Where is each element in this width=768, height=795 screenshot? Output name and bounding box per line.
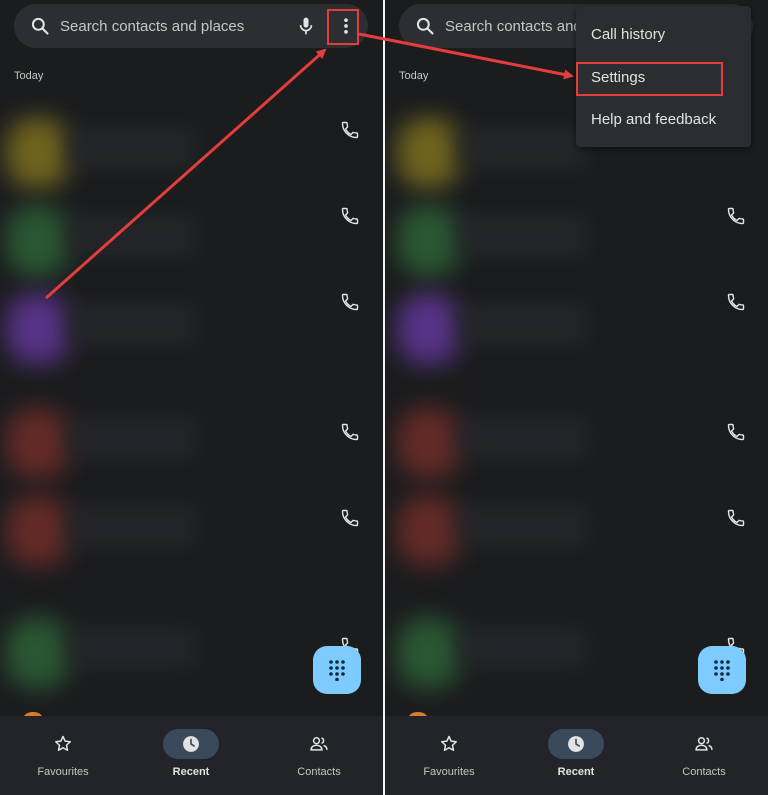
nav-recent[interactable]: Recent [521,716,631,795]
dialpad-button[interactable] [313,646,361,694]
highlight-box-more-options [327,9,359,45]
nav-label: Recent [172,766,210,778]
list-item[interactable] [397,486,597,574]
microphone-icon[interactable] [296,16,316,36]
dialpad-icon [329,660,345,681]
phone-call-icon[interactable] [726,422,746,442]
section-label-today: Today [399,70,429,82]
nav-favourites[interactable]: Favourites [8,716,118,795]
nav-label: Contacts [682,766,726,778]
nav-contacts[interactable]: Contacts [649,716,759,795]
search-placeholder: Search contacts and places [60,18,245,35]
list-item[interactable] [397,398,597,486]
dialpad-button[interactable] [698,646,746,694]
clock-icon [183,736,199,752]
people-icon [695,737,713,751]
list-item[interactable] [397,196,597,284]
phone-call-icon[interactable] [340,508,360,528]
people-icon [310,737,328,751]
phone-call-icon[interactable] [340,206,360,226]
phone-screen-left: Search contacts and places Today Favouri… [0,0,383,795]
list-item[interactable] [6,108,206,196]
dialpad-icon [714,660,730,681]
clock-icon [568,736,584,752]
bottom-navigation: Favourites Recent Contacts [0,716,383,795]
bottom-navigation: Favourites Recent Contacts [385,716,768,795]
phone-call-icon[interactable] [340,292,360,312]
nav-label: Favourites [37,766,89,778]
highlight-box-settings [576,62,723,96]
phone-call-icon[interactable] [726,206,746,226]
list-item[interactable] [397,284,597,372]
list-item[interactable] [6,608,206,696]
search-bar[interactable]: Search contacts and places [14,4,368,48]
phone-call-icon[interactable] [726,292,746,312]
nav-favourites[interactable]: Favourites [394,716,504,795]
menu-item-help-and-feedback[interactable]: Help and feedback [591,111,716,128]
star-icon [55,735,71,751]
nav-contacts[interactable]: Contacts [264,716,374,795]
blurred-call-list [397,108,597,698]
search-icon [31,17,49,35]
blurred-call-list [6,108,206,698]
nav-recent[interactable]: Recent [136,716,246,795]
list-item[interactable] [397,608,597,696]
phone-call-icon[interactable] [340,120,360,140]
phone-screen-right: Search contacts and places Today Favouri… [385,0,768,795]
list-item[interactable] [6,398,206,486]
list-item[interactable] [6,196,206,284]
list-item[interactable] [6,486,206,574]
phone-call-icon[interactable] [340,422,360,442]
star-icon [441,735,457,751]
list-item[interactable] [397,108,597,196]
nav-label: Favourites [423,766,475,778]
nav-label: Recent [557,766,595,778]
list-item[interactable] [6,284,206,372]
section-label-today: Today [14,70,44,82]
search-icon [416,17,434,35]
nav-label: Contacts [297,766,341,778]
phone-call-icon[interactable] [726,508,746,528]
menu-item-call-history[interactable]: Call history [591,26,665,43]
